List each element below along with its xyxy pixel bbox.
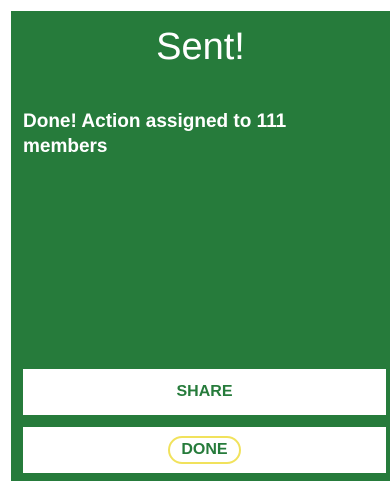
done-button-label: DONE (181, 441, 228, 458)
confirmation-message: Done! Action assigned to 111 members (23, 111, 287, 157)
share-button-label: SHARE (176, 383, 233, 400)
share-button[interactable]: SHARE (23, 369, 386, 415)
sent-dialog: Sent! Done! Action assigned to 111 membe… (11, 11, 390, 481)
dialog-title: Sent! (156, 26, 245, 68)
done-highlight-ring: DONE (168, 436, 241, 464)
done-button[interactable]: DONE (23, 427, 386, 473)
